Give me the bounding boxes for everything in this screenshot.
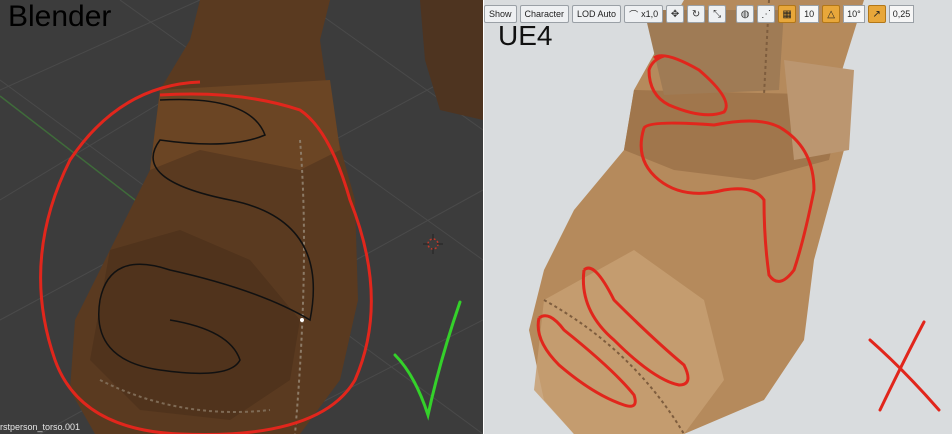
blender-scene xyxy=(0,0,483,434)
rotate-icon[interactable]: ↻ xyxy=(687,5,706,23)
ue4-label: UE4 xyxy=(498,20,553,51)
3d-cursor-icon[interactable] xyxy=(423,234,443,254)
camera-speed-button[interactable]: ⌒ x1,0 xyxy=(624,5,664,23)
translate-icon[interactable]: ✥ xyxy=(666,5,685,23)
rotation-snap-icon[interactable]: △ xyxy=(822,5,841,23)
cross-mark xyxy=(868,320,941,412)
ue4-hand-model xyxy=(529,0,864,434)
camera-speed-value: x1,0 xyxy=(641,9,659,19)
check-mark xyxy=(393,300,462,421)
blender-label: Blender xyxy=(8,0,112,33)
scale-snap-icon[interactable]: ↗ xyxy=(867,5,886,23)
grid-snap-icon[interactable]: ▦ xyxy=(778,5,797,23)
surface-snap-icon[interactable]: ⋰ xyxy=(757,5,776,23)
world-local-icon[interactable]: ◍ xyxy=(736,5,755,23)
active-vertex xyxy=(300,318,304,322)
scale-icon[interactable]: ⤡ xyxy=(708,5,727,23)
blender-viewport[interactable]: Blender rstperson_torso.001 xyxy=(0,0,483,434)
lod-button[interactable]: LOD Auto xyxy=(572,5,622,23)
grid-snap-value[interactable]: 10 xyxy=(799,5,820,23)
scale-snap-value[interactable]: 0,25 xyxy=(888,5,915,23)
camera-speed-icon: ⌒ xyxy=(629,9,639,20)
object-name-label: rstperson_torso.001 xyxy=(0,422,81,432)
rotation-snap-value[interactable]: 10° xyxy=(843,5,865,23)
ue4-scene xyxy=(529,0,941,434)
ue4-viewport[interactable]: Show Character LOD Auto ⌒ x1,0 ✥ ↻ ⤡ ◍ ⋰… xyxy=(484,0,952,434)
